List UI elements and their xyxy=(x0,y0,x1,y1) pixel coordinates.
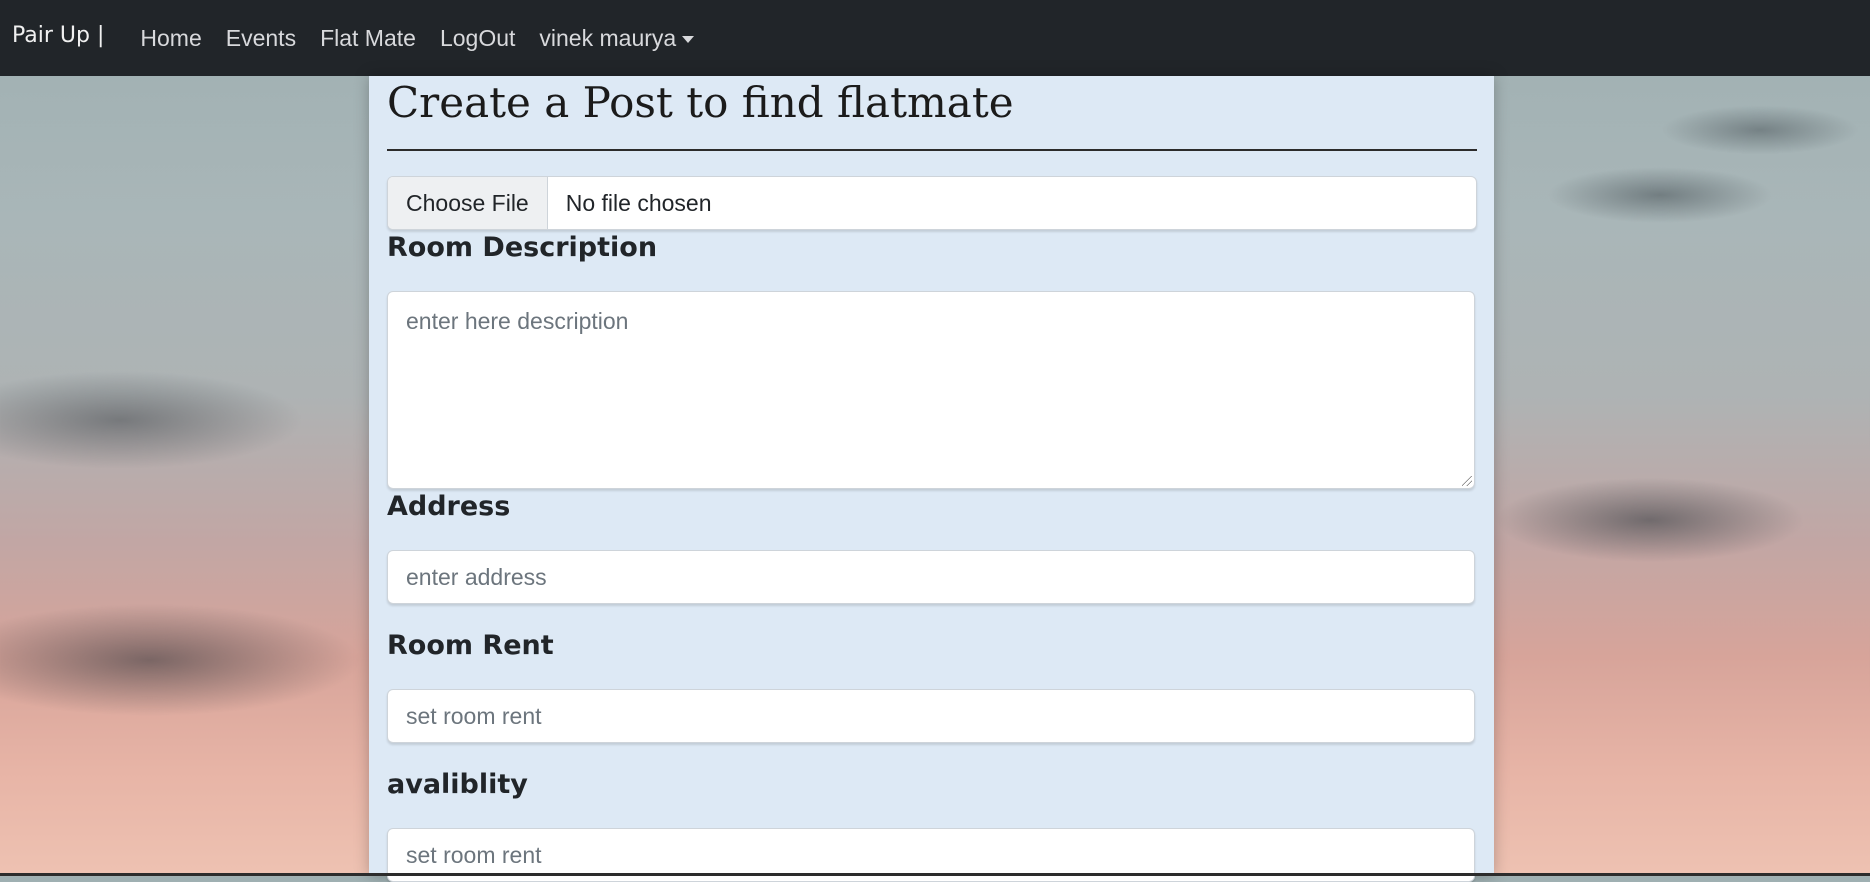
caret-down-icon xyxy=(682,35,695,43)
room-description-placeholder: enter here description xyxy=(406,308,629,334)
room-description-textarea[interactable]: enter here description xyxy=(387,291,1475,489)
address-input[interactable]: enter address xyxy=(387,550,1475,604)
address-placeholder: enter address xyxy=(406,563,547,590)
nav-logout[interactable]: LogOut xyxy=(440,25,515,52)
resize-grip-icon[interactable] xyxy=(1462,476,1472,486)
room-rent-placeholder: set room rent xyxy=(406,702,542,729)
availability-placeholder: set room rent xyxy=(406,841,542,868)
availability-label: avaliblity xyxy=(387,769,528,800)
room-rent-label: Room Rent xyxy=(387,630,554,661)
choose-file-button[interactable]: Choose File xyxy=(388,177,548,229)
top-navbar: Pair Up | Home Events Flat Mate LogOut v… xyxy=(0,0,1870,76)
nav-flat-mate[interactable]: Flat Mate xyxy=(320,25,416,52)
file-upload-input[interactable]: Choose File No file chosen xyxy=(387,176,1477,230)
user-dropdown[interactable]: vinek maurya xyxy=(539,24,695,52)
nav-events[interactable]: Events xyxy=(226,25,296,52)
brand-logo[interactable]: Pair Up | xyxy=(12,23,104,48)
title-divider xyxy=(387,149,1477,151)
create-post-panel: Create a Post to find flatmate Choose Fi… xyxy=(369,76,1494,882)
room-rent-input[interactable]: set room rent xyxy=(387,689,1475,743)
file-status-text: No file chosen xyxy=(565,189,712,216)
room-description-label: Room Description xyxy=(387,232,658,263)
address-label: Address xyxy=(387,491,511,522)
page-title: Create a Post to find flatmate xyxy=(387,78,1014,127)
user-name: vinek maurya xyxy=(539,24,677,51)
nav-home[interactable]: Home xyxy=(140,25,201,52)
